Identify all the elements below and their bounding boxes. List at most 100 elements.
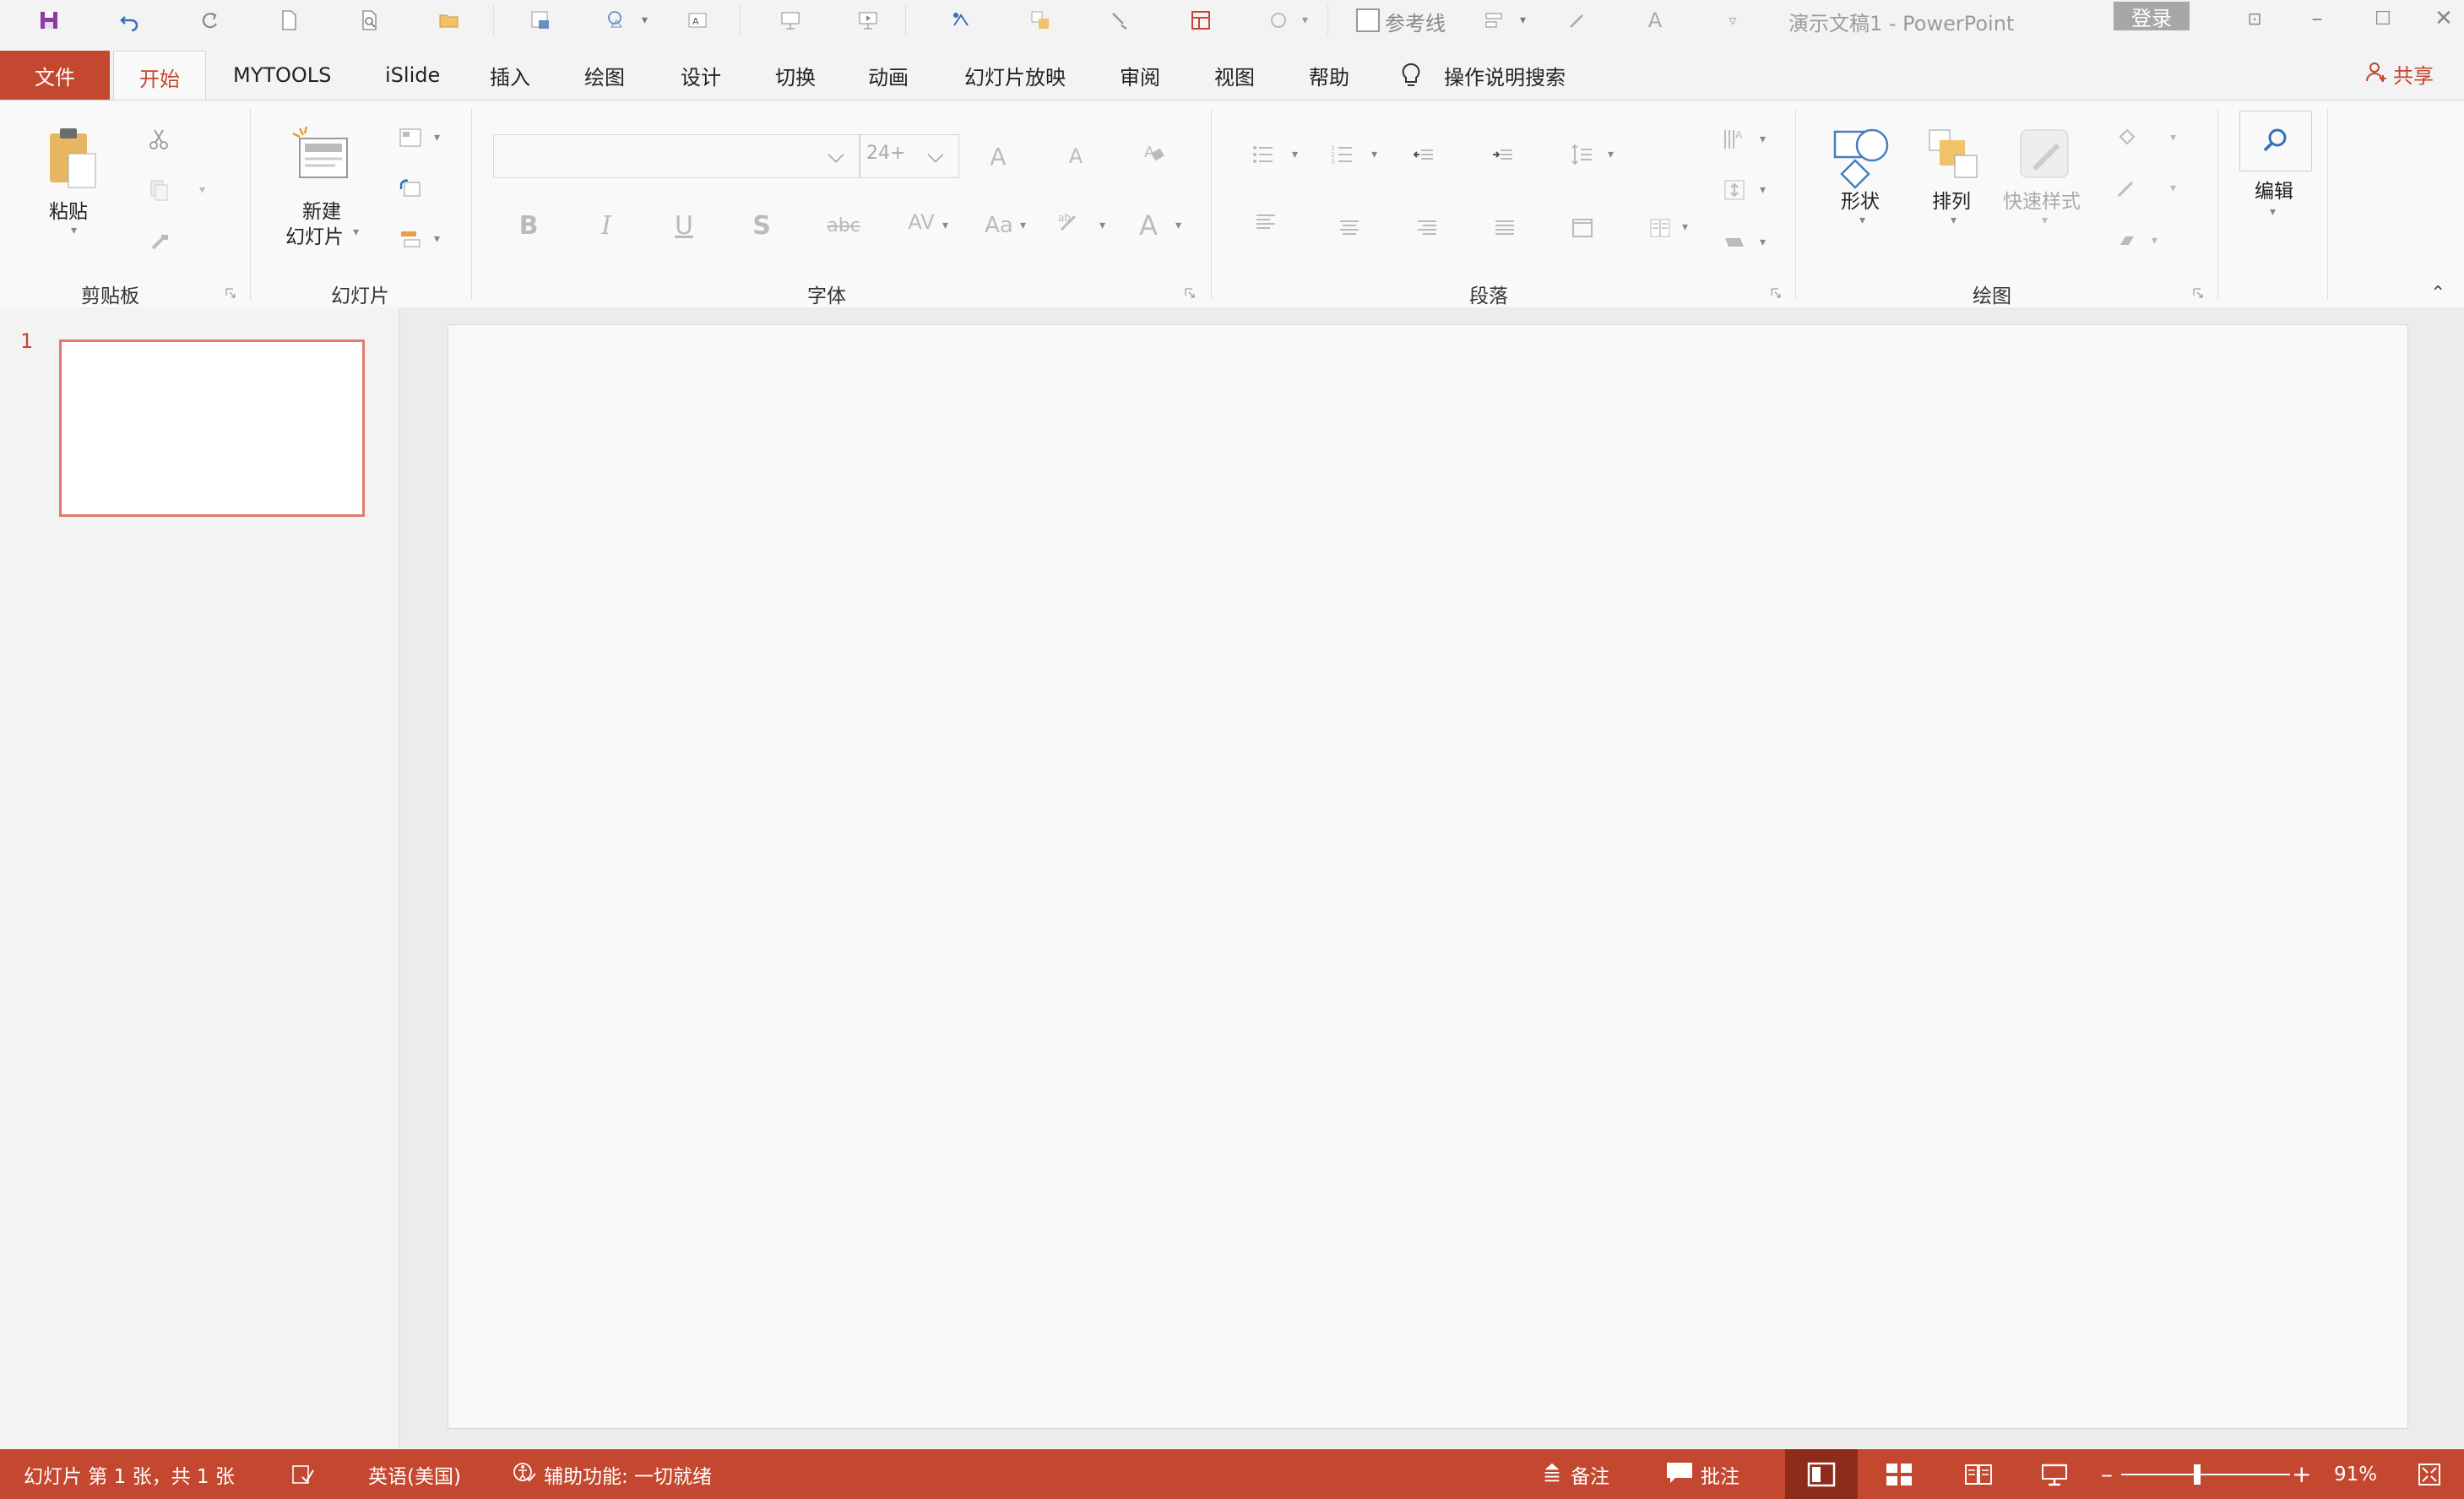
- tab-slideshow[interactable]: 幻灯片放映: [964, 51, 1066, 100]
- slide-canvas[interactable]: [448, 324, 2408, 1429]
- share-button[interactable]: 共享: [2364, 59, 2434, 89]
- line-spacing-icon[interactable]: [1564, 136, 1601, 173]
- chevron-down-icon[interactable]: ▾: [2170, 131, 2176, 144]
- lightbulb-icon[interactable]: [1398, 61, 1424, 90]
- find-icon[interactable]: [2239, 111, 2312, 171]
- align-center-icon[interactable]: [1331, 209, 1368, 246]
- justify-icon[interactable]: [1486, 209, 1523, 246]
- quick-styles-icon[interactable]: [2006, 117, 2082, 193]
- format-painter-icon[interactable]: [140, 224, 177, 261]
- dialog-launcher-icon[interactable]: [1770, 286, 1782, 298]
- numbering-icon[interactable]: 123: [1324, 136, 1361, 173]
- chevron-down-icon[interactable]: ▾: [1020, 219, 1026, 232]
- tab-islide[interactable]: iSlide: [385, 51, 440, 100]
- tell-me-search[interactable]: 操作说明搜索: [1444, 51, 1566, 100]
- copy-icon[interactable]: [140, 171, 177, 209]
- textbox-qat-icon[interactable]: A: [682, 5, 713, 35]
- chevron-down-icon[interactable]: ▾: [942, 219, 948, 232]
- chevron-down-icon[interactable]: ▾: [1371, 148, 1377, 161]
- text-shadow-icon[interactable]: S: [743, 207, 780, 244]
- guides-checkbox[interactable]: [1356, 8, 1380, 32]
- slide-sorter-button[interactable]: [1863, 1449, 1935, 1499]
- chevron-down-icon[interactable]: ▾: [1608, 148, 1614, 161]
- collapse-ribbon-icon[interactable]: ⌃: [2430, 283, 2445, 304]
- paste-label[interactable]: 粘贴: [49, 195, 88, 224]
- chevron-down-icon[interactable]: ▾: [2170, 182, 2176, 195]
- chevron-down-icon[interactable]: ▾: [1292, 148, 1298, 161]
- bold-icon[interactable]: B: [510, 207, 547, 244]
- customize-qat-icon[interactable]: ▿: [1718, 5, 1748, 35]
- new-doc-icon[interactable]: [274, 5, 304, 35]
- shape-fill-icon[interactable]: [2108, 119, 2145, 156]
- chevron-down-icon[interactable]: ▾: [353, 225, 359, 239]
- section-icon[interactable]: [392, 220, 429, 258]
- layout-icon[interactable]: [392, 119, 429, 156]
- chevron-down-icon[interactable]: ▾: [1302, 14, 1308, 27]
- language-indicator[interactable]: 英语(美国): [368, 1449, 461, 1499]
- zoom-slider-thumb[interactable]: [2194, 1464, 2201, 1485]
- notes-button[interactable]: 备注: [1540, 1449, 1609, 1499]
- arrange-label[interactable]: 排列: [1932, 185, 1971, 214]
- align-qat-icon[interactable]: [1479, 5, 1510, 35]
- shape-fill-qat-icon[interactable]: [1263, 5, 1294, 35]
- chevron-down-icon[interactable]: ▾: [1760, 133, 1766, 146]
- comments-button[interactable]: 批注: [1665, 1449, 1739, 1499]
- chevron-down-icon[interactable]: ⌵: [927, 143, 944, 169]
- shapes-icon[interactable]: [1824, 117, 1900, 193]
- sign-in-button[interactable]: 登录: [2114, 2, 2190, 30]
- grow-font-icon[interactable]: A: [980, 138, 1017, 175]
- slideshow-start-icon[interactable]: [775, 5, 806, 35]
- arrange-qat-icon[interactable]: [1025, 5, 1056, 35]
- align-text-icon[interactable]: [1716, 171, 1753, 209]
- slideshow-current-icon[interactable]: [853, 5, 883, 35]
- quick-styles-label[interactable]: 快速样式: [2003, 185, 2081, 214]
- chevron-down-icon[interactable]: ⌵: [828, 143, 844, 169]
- pen-qat-icon[interactable]: [1562, 5, 1593, 35]
- zoom-level[interactable]: 91%: [2334, 1449, 2377, 1499]
- font-color-qat-icon[interactable]: A: [1640, 5, 1670, 35]
- format-painter-qat-icon[interactable]: [1104, 5, 1135, 35]
- open-folder-icon[interactable]: [434, 5, 464, 35]
- zoom-in-icon[interactable]: +: [2292, 1449, 2311, 1499]
- tab-home[interactable]: 开始: [113, 51, 206, 102]
- char-spacing-icon[interactable]: AV: [900, 204, 942, 241]
- chevron-down-icon[interactable]: ▾: [1951, 214, 1957, 227]
- save-icon[interactable]: [34, 5, 64, 35]
- new-slide-label-2[interactable]: 幻灯片: [285, 220, 344, 249]
- close-icon[interactable]: ✕: [2418, 2, 2464, 35]
- tab-file[interactable]: 文件: [0, 51, 110, 100]
- tab-view[interactable]: 视图: [1214, 51, 1255, 100]
- reading-view-button[interactable]: [1942, 1449, 2015, 1499]
- maximize-icon[interactable]: ☐: [2358, 2, 2408, 35]
- strikethrough-icon[interactable]: abc: [822, 207, 865, 244]
- smartart-icon[interactable]: [1716, 224, 1753, 261]
- font-color-icon[interactable]: A: [1130, 207, 1167, 244]
- ribbon-display-options-icon[interactable]: ⊡: [2229, 2, 2280, 35]
- chevron-down-icon[interactable]: ▾: [1859, 214, 1865, 227]
- chevron-down-icon[interactable]: ▾: [1520, 14, 1526, 27]
- tab-help[interactable]: 帮助: [1309, 51, 1349, 100]
- chevron-down-icon[interactable]: ▾: [1175, 219, 1181, 232]
- dialog-launcher-icon[interactable]: [2192, 286, 2204, 298]
- slideshow-view-button[interactable]: [2018, 1449, 2091, 1499]
- highlight-icon[interactable]: ab: [1050, 204, 1088, 241]
- dialog-launcher-icon[interactable]: [225, 286, 236, 298]
- minimize-icon[interactable]: –: [2292, 2, 2342, 35]
- chevron-down-icon[interactable]: ▾: [434, 131, 440, 144]
- shrink-font-icon[interactable]: A: [1057, 138, 1094, 175]
- align-right-icon[interactable]: [1408, 209, 1446, 246]
- shape-outline-icon[interactable]: [2108, 170, 2145, 207]
- chevron-down-icon[interactable]: ▾: [199, 183, 205, 197]
- chevron-down-icon[interactable]: ▾: [434, 232, 440, 246]
- chevron-down-icon[interactable]: ▾: [2152, 234, 2157, 247]
- tab-draw[interactable]: 绘图: [584, 51, 625, 100]
- layout-qat-icon[interactable]: [1186, 5, 1216, 35]
- bullets-icon[interactable]: [1245, 136, 1282, 173]
- arrange-icon[interactable]: [1917, 117, 1993, 193]
- chevron-down-icon[interactable]: ▾: [1760, 236, 1766, 249]
- zoom-out-icon[interactable]: –: [2101, 1449, 2113, 1499]
- clear-formatting-icon[interactable]: A: [1135, 134, 1172, 171]
- editing-label[interactable]: 编辑: [2255, 175, 2293, 204]
- cut-icon[interactable]: [140, 121, 177, 158]
- chevron-down-icon[interactable]: ▾: [2270, 205, 2276, 219]
